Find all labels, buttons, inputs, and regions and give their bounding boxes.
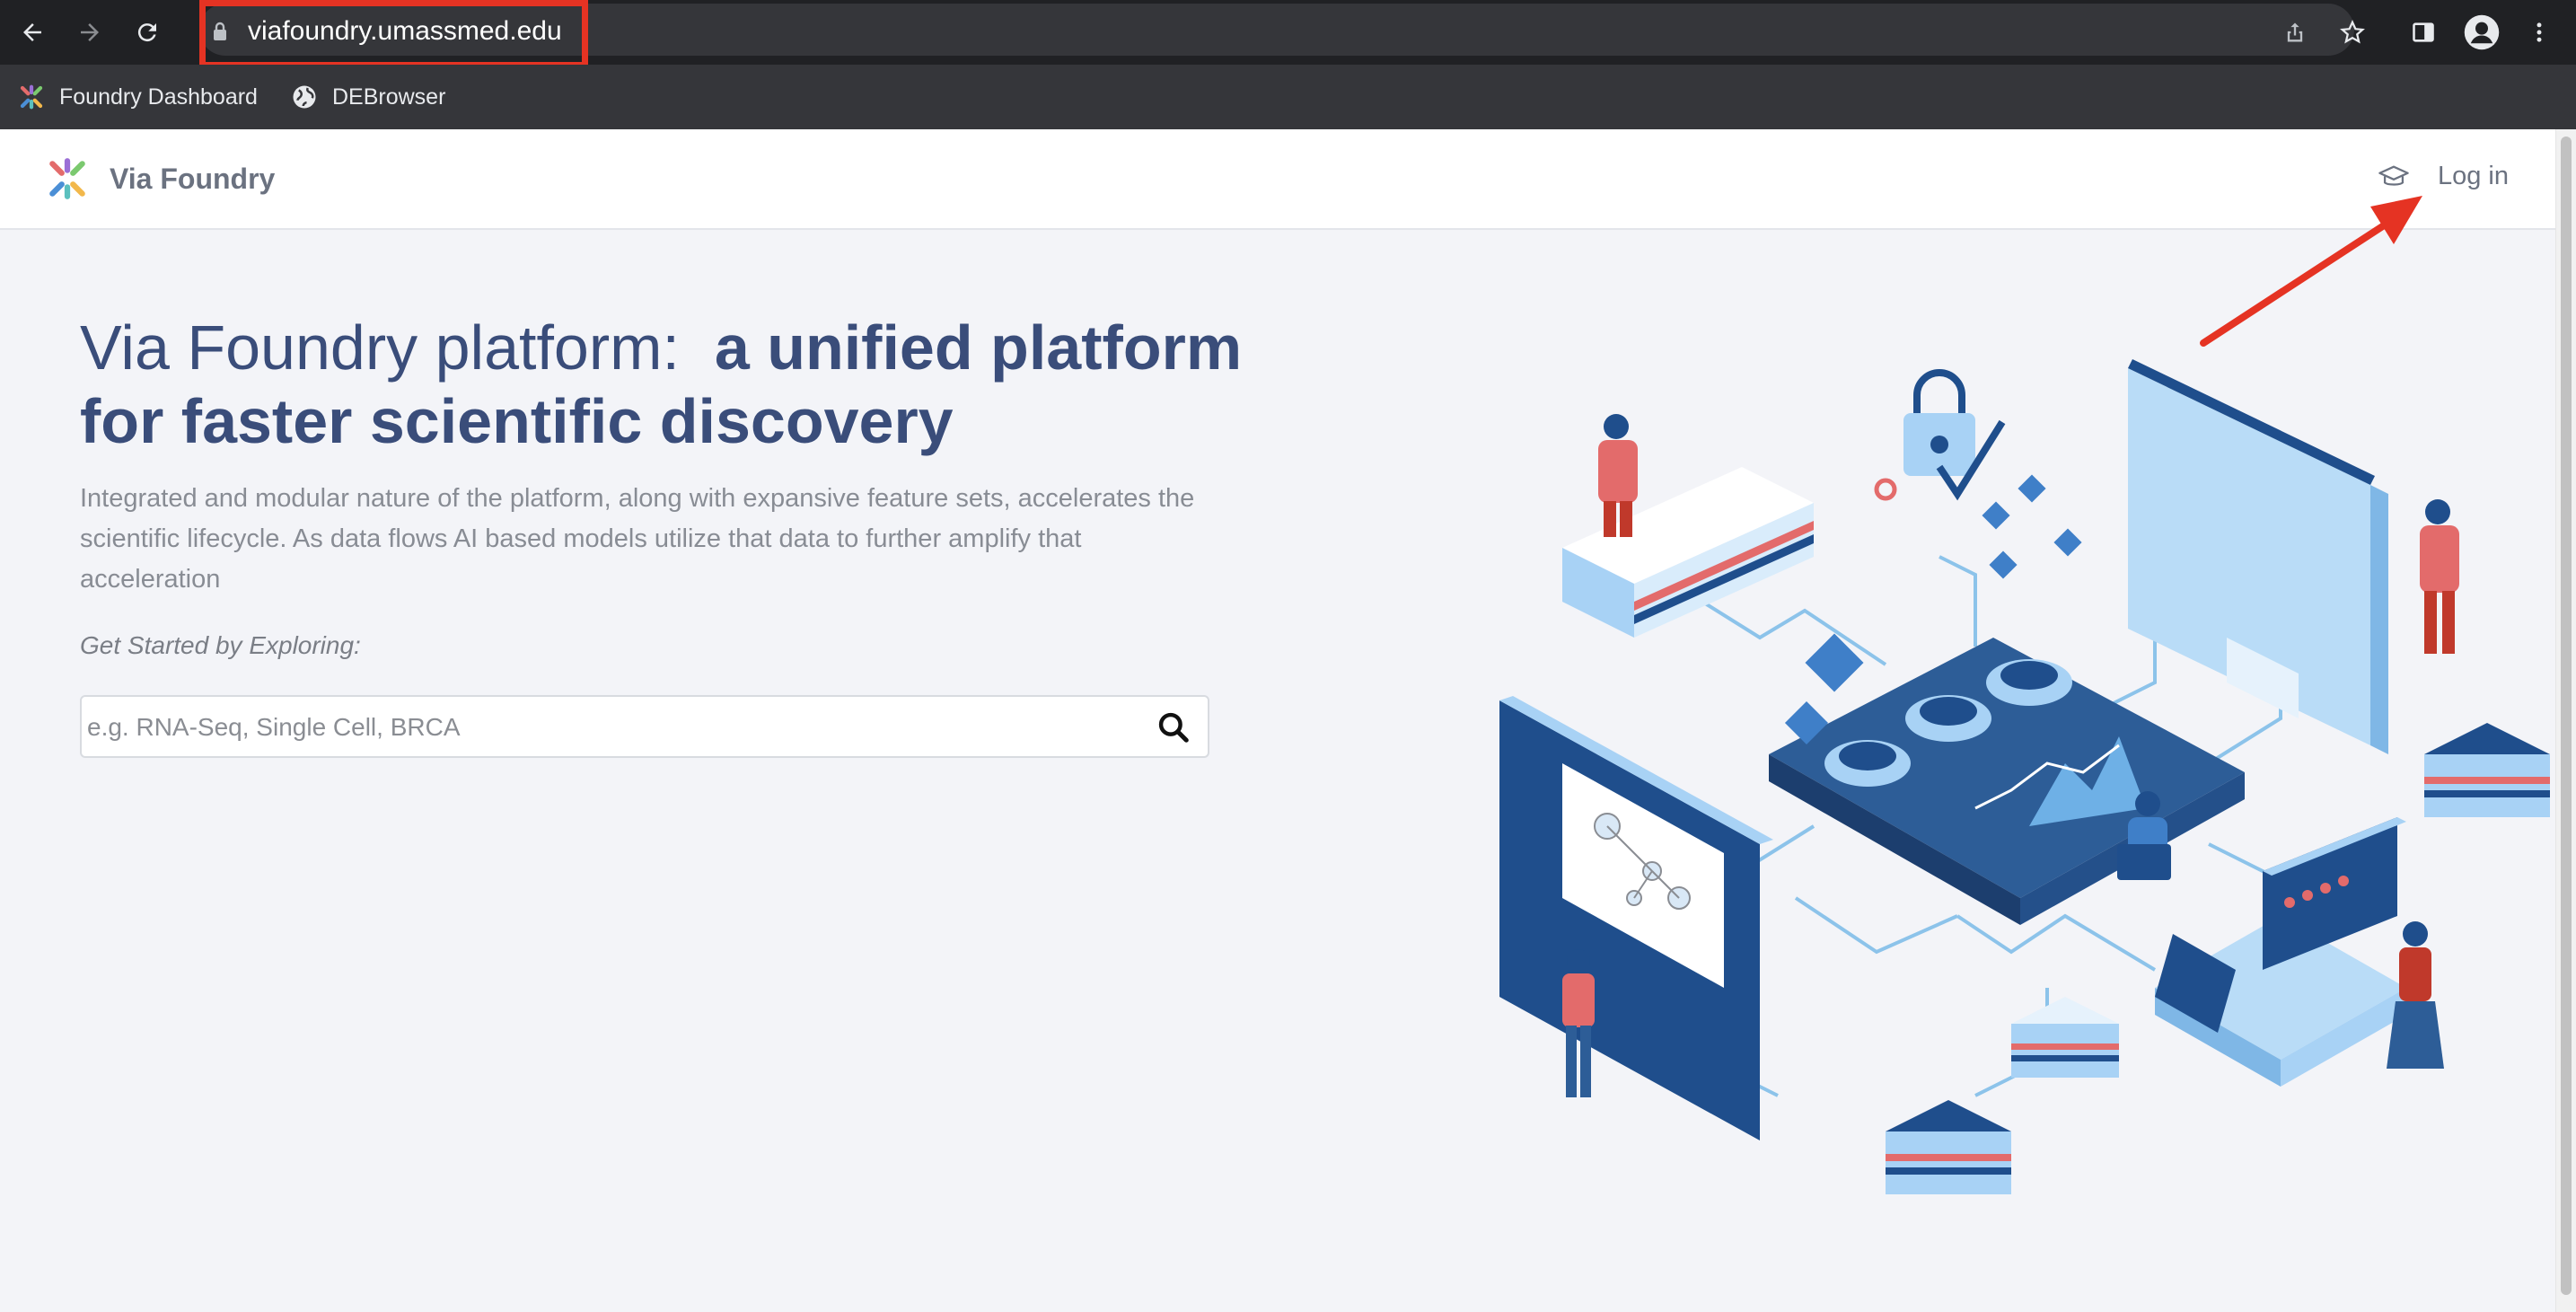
search-icon xyxy=(1158,712,1189,743)
server-stack-right xyxy=(2424,723,2550,817)
server-stack-bottom xyxy=(1886,1100,2011,1194)
menu-icon[interactable] xyxy=(2519,13,2559,52)
search-input[interactable] xyxy=(85,702,1118,753)
hero-illustration xyxy=(1499,359,2550,1194)
hero-description: Integrated and modular nature of the pla… xyxy=(80,484,1195,594)
share-icon[interactable] xyxy=(2275,13,2315,52)
globe-icon xyxy=(293,85,316,109)
url-highlight-annotation xyxy=(199,0,588,68)
bookmark-label: Foundry Dashboard xyxy=(59,84,258,110)
site-header: Via Foundry Log in xyxy=(0,129,2555,230)
reload-icon[interactable] xyxy=(127,13,167,52)
left-display-screen xyxy=(1499,696,1773,1140)
browser-toolbar: viafoundry.umassmed.edu xyxy=(0,0,2576,68)
search-box xyxy=(80,695,1209,758)
page-scrollbar[interactable] xyxy=(2555,129,2576,1312)
scrollbar-thumb[interactable] xyxy=(2561,136,2572,1295)
explore-label: Get Started by Exploring: xyxy=(80,631,361,659)
side-panel-icon[interactable] xyxy=(2404,13,2443,52)
brand-name: Via Foundry xyxy=(110,162,276,195)
via-foundry-logo-icon xyxy=(49,158,85,199)
back-arrow-icon[interactable] xyxy=(13,13,52,52)
bookmark-foundry-dashboard[interactable]: Foundry Dashboard xyxy=(18,79,258,115)
security-lock-icon xyxy=(1874,369,2006,501)
large-monitor xyxy=(2128,359,2388,754)
person-top-left xyxy=(1598,414,1638,537)
forward-arrow-icon[interactable] xyxy=(70,13,110,52)
person-right xyxy=(2420,499,2459,654)
server-stack-middle xyxy=(2011,997,2119,1078)
bookmark-label: DEBrowser xyxy=(332,84,446,110)
hero-title-regular: Via Foundry platform: xyxy=(80,313,680,383)
login-label: Log in xyxy=(2437,162,2509,190)
foundry-logo-icon xyxy=(20,84,43,110)
hero-title: Via Foundry platform: a unified platform… xyxy=(80,311,1265,458)
bookmark-debrowser[interactable]: DEBrowser xyxy=(291,79,445,115)
bookmarks-bar: Foundry Dashboard DEBrowser xyxy=(0,65,2576,129)
profile-icon[interactable] xyxy=(2462,13,2501,52)
brand-link[interactable]: Via Foundry xyxy=(45,156,275,201)
search-button[interactable] xyxy=(1152,706,1195,749)
annotation-arrow xyxy=(2200,196,2422,347)
star-icon[interactable] xyxy=(2333,13,2372,52)
